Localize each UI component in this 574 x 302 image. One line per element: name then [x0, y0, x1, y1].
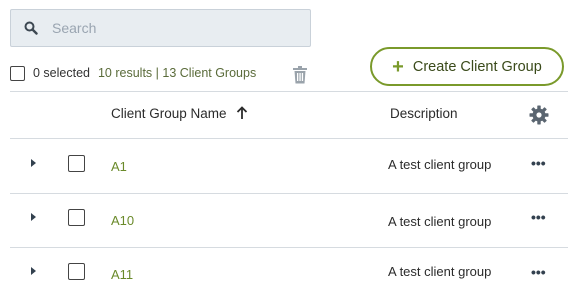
sort-ascending-icon[interactable] [236, 106, 248, 120]
client-group-name[interactable]: A1 [111, 159, 127, 174]
search-input[interactable]: Search [52, 20, 96, 36]
search-icon [24, 21, 38, 35]
results-count: 10 results [97, 66, 153, 80]
client-group-description: A test client group [388, 214, 492, 229]
table-row[interactable]: A10 A test client group ••• [10, 194, 568, 248]
client-group-name[interactable]: A10 [111, 213, 134, 228]
client-group-name[interactable]: A11 [111, 267, 133, 282]
results-summary: 10 results | 13 Client Groups [98, 66, 256, 80]
create-client-group-button[interactable]: + Create Client Group [370, 47, 564, 86]
more-actions-icon[interactable]: ••• [531, 209, 546, 225]
more-actions-icon[interactable]: ••• [531, 264, 546, 280]
expand-caret-icon[interactable] [31, 159, 36, 167]
create-button-label: Create Client Group [412, 58, 542, 75]
client-group-description: A test client group [388, 264, 492, 279]
row-checkbox[interactable] [68, 263, 85, 280]
more-actions-icon[interactable]: ••• [531, 155, 546, 171]
table-row[interactable]: A11 A test client group ••• [10, 248, 568, 302]
client-group-description: A test client group [388, 157, 492, 172]
trash-icon[interactable] [292, 66, 308, 84]
row-checkbox[interactable] [68, 209, 85, 226]
table-row[interactable]: A1 A test client group ••• [10, 139, 568, 193]
total-count: 13 Client Groups [162, 66, 257, 80]
plus-icon: + [392, 55, 404, 78]
separator: | [155, 66, 159, 80]
column-header-description[interactable]: Description [390, 106, 458, 121]
selection-summary: 0 selected 10 results | 13 Client Groups [10, 63, 256, 83]
divider [10, 91, 568, 92]
expand-caret-icon[interactable] [31, 267, 36, 275]
expand-caret-icon[interactable] [31, 213, 36, 221]
row-checkbox[interactable] [68, 155, 85, 172]
selected-count: 0 selected [33, 66, 90, 80]
search-box[interactable]: Search [10, 9, 311, 47]
column-header-name[interactable]: Client Group Name [111, 106, 227, 121]
select-all-checkbox[interactable] [10, 65, 25, 81]
gear-icon[interactable] [529, 105, 549, 125]
